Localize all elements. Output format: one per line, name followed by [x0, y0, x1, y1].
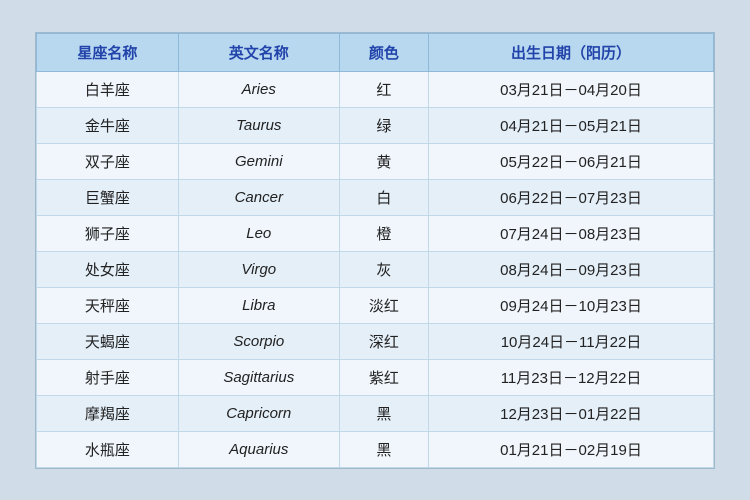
cell-r3-c2: 白: [339, 179, 428, 215]
cell-r1-c1: Taurus: [178, 107, 339, 143]
cell-r9-c3: 12月23日－01月22日: [429, 395, 714, 431]
table-row: 处女座Virgo灰08月24日－09月23日: [37, 251, 714, 287]
cell-r0-c3: 03月21日－04月20日: [429, 71, 714, 107]
cell-r9-c1: Capricorn: [178, 395, 339, 431]
cell-r8-c0: 射手座: [37, 359, 179, 395]
cell-r0-c2: 红: [339, 71, 428, 107]
cell-r8-c3: 11月23日－12月22日: [429, 359, 714, 395]
cell-r1-c0: 金牛座: [37, 107, 179, 143]
cell-r1-c2: 绿: [339, 107, 428, 143]
cell-r6-c3: 09月24日－10月23日: [429, 287, 714, 323]
cell-r10-c1: Aquarius: [178, 431, 339, 467]
table-row: 双子座Gemini黄05月22日－06月21日: [37, 143, 714, 179]
cell-r7-c2: 深红: [339, 323, 428, 359]
table-row: 射手座Sagittarius紫红11月23日－12月22日: [37, 359, 714, 395]
table-row: 狮子座Leo橙07月24日－08月23日: [37, 215, 714, 251]
table-row: 金牛座Taurus绿04月21日－05月21日: [37, 107, 714, 143]
cell-r2-c0: 双子座: [37, 143, 179, 179]
table-row: 白羊座Aries红03月21日－04月20日: [37, 71, 714, 107]
cell-r5-c1: Virgo: [178, 251, 339, 287]
cell-r10-c0: 水瓶座: [37, 431, 179, 467]
cell-r2-c2: 黄: [339, 143, 428, 179]
table-row: 摩羯座Capricorn黑12月23日－01月22日: [37, 395, 714, 431]
cell-r10-c3: 01月21日－02月19日: [429, 431, 714, 467]
table-row: 天秤座Libra淡红09月24日－10月23日: [37, 287, 714, 323]
cell-r5-c0: 处女座: [37, 251, 179, 287]
cell-r9-c0: 摩羯座: [37, 395, 179, 431]
col-header-english: 英文名称: [178, 33, 339, 71]
col-header-chinese: 星座名称: [37, 33, 179, 71]
cell-r6-c0: 天秤座: [37, 287, 179, 323]
zodiac-table-body: 白羊座Aries红03月21日－04月20日金牛座Taurus绿04月21日－0…: [37, 71, 714, 467]
cell-r3-c1: Cancer: [178, 179, 339, 215]
cell-r6-c2: 淡红: [339, 287, 428, 323]
col-header-color: 颜色: [339, 33, 428, 71]
table-row: 巨蟹座Cancer白06月22日－07月23日: [37, 179, 714, 215]
cell-r4-c1: Leo: [178, 215, 339, 251]
cell-r5-c3: 08月24日－09月23日: [429, 251, 714, 287]
zodiac-table: 星座名称 英文名称 颜色 出生日期（阳历） 白羊座Aries红03月21日－04…: [36, 33, 714, 468]
cell-r7-c3: 10月24日－11月22日: [429, 323, 714, 359]
cell-r5-c2: 灰: [339, 251, 428, 287]
cell-r4-c2: 橙: [339, 215, 428, 251]
cell-r6-c1: Libra: [178, 287, 339, 323]
cell-r8-c1: Sagittarius: [178, 359, 339, 395]
cell-r4-c0: 狮子座: [37, 215, 179, 251]
cell-r0-c0: 白羊座: [37, 71, 179, 107]
table-row: 水瓶座Aquarius黑01月21日－02月19日: [37, 431, 714, 467]
zodiac-table-wrapper: 星座名称 英文名称 颜色 出生日期（阳历） 白羊座Aries红03月21日－04…: [35, 32, 715, 469]
cell-r2-c3: 05月22日－06月21日: [429, 143, 714, 179]
cell-r7-c0: 天蝎座: [37, 323, 179, 359]
cell-r10-c2: 黑: [339, 431, 428, 467]
cell-r9-c2: 黑: [339, 395, 428, 431]
cell-r3-c3: 06月22日－07月23日: [429, 179, 714, 215]
cell-r3-c0: 巨蟹座: [37, 179, 179, 215]
table-row: 天蝎座Scorpio深红10月24日－11月22日: [37, 323, 714, 359]
cell-r1-c3: 04月21日－05月21日: [429, 107, 714, 143]
cell-r2-c1: Gemini: [178, 143, 339, 179]
cell-r4-c3: 07月24日－08月23日: [429, 215, 714, 251]
col-header-date: 出生日期（阳历）: [429, 33, 714, 71]
cell-r8-c2: 紫红: [339, 359, 428, 395]
cell-r7-c1: Scorpio: [178, 323, 339, 359]
cell-r0-c1: Aries: [178, 71, 339, 107]
table-header-row: 星座名称 英文名称 颜色 出生日期（阳历）: [37, 33, 714, 71]
